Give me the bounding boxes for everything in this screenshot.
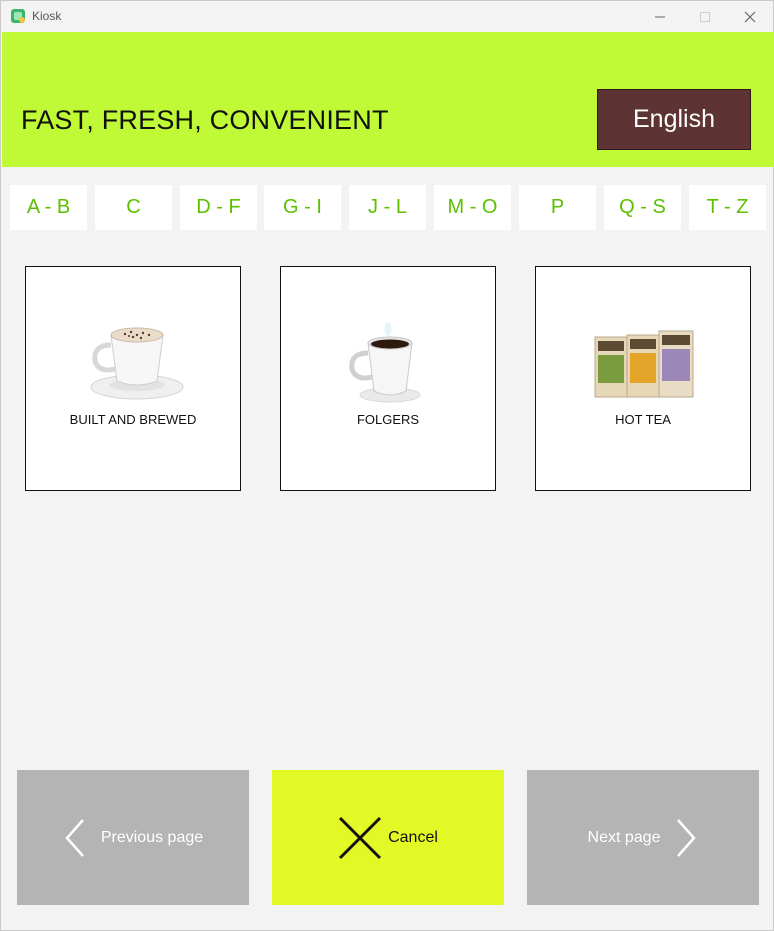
chevron-right-icon	[677, 818, 697, 857]
alphabet-filter-bar: A - B C D - F G - I J - L M - O P Q - S …	[1, 185, 774, 230]
header-banner: FAST, FRESH, CONVENIENT English	[2, 32, 774, 167]
product-label: BUILT AND BREWED	[69, 412, 197, 427]
next-page-button[interactable]: Next page	[527, 770, 759, 905]
kiosk-window: Kiosk FAST, FRESH, CONVENIENT English A …	[0, 0, 774, 931]
title-bar: Kiosk	[1, 1, 773, 32]
previous-page-button[interactable]: Previous page	[17, 770, 249, 905]
alpha-filter-j-l[interactable]: J - L	[349, 185, 426, 230]
maximize-icon	[700, 11, 710, 22]
alpha-filter-q-s[interactable]: Q - S	[604, 185, 681, 230]
next-page-label: Next page	[587, 828, 661, 846]
product-label: HOT TEA	[615, 412, 671, 427]
close-button[interactable]	[727, 1, 773, 32]
minimize-icon	[655, 16, 665, 17]
alpha-filter-t-z[interactable]: T - Z	[689, 185, 766, 230]
close-icon	[744, 11, 756, 22]
product-label: FOLGERS	[356, 412, 420, 427]
cappuccino-cup-icon	[90, 327, 184, 400]
product-card-folgers[interactable]: FOLGERS	[280, 266, 496, 491]
kiosk-app-icon	[11, 9, 25, 23]
alpha-filter-c[interactable]: C	[95, 185, 172, 230]
alpha-filter-p[interactable]: P	[519, 185, 596, 230]
cancel-label: Cancel	[388, 828, 438, 846]
language-button[interactable]: English	[597, 89, 751, 150]
tagline: FAST, FRESH, CONVENIENT	[21, 105, 389, 135]
x-icon	[339, 816, 382, 859]
chevron-left-icon	[65, 818, 84, 857]
alpha-filter-d-f[interactable]: D - F	[180, 185, 257, 230]
coffee-cup-icon	[349, 323, 421, 403]
alpha-filter-a-b[interactable]: A - B	[10, 185, 87, 230]
minimize-button[interactable]	[637, 1, 683, 32]
maximize-button[interactable]	[682, 1, 728, 32]
product-card-built-and-brewed[interactable]: BUILT AND BREWED	[25, 266, 241, 491]
window-title: Kiosk	[32, 9, 62, 23]
product-card-hot-tea[interactable]: HOT TEA	[535, 266, 751, 491]
tea-boxes-icon	[594, 330, 694, 398]
cancel-button[interactable]: Cancel	[272, 770, 504, 905]
alpha-filter-m-o[interactable]: M - O	[434, 185, 511, 230]
alpha-filter-g-i[interactable]: G - I	[264, 185, 341, 230]
previous-page-label: Previous page	[100, 828, 204, 846]
